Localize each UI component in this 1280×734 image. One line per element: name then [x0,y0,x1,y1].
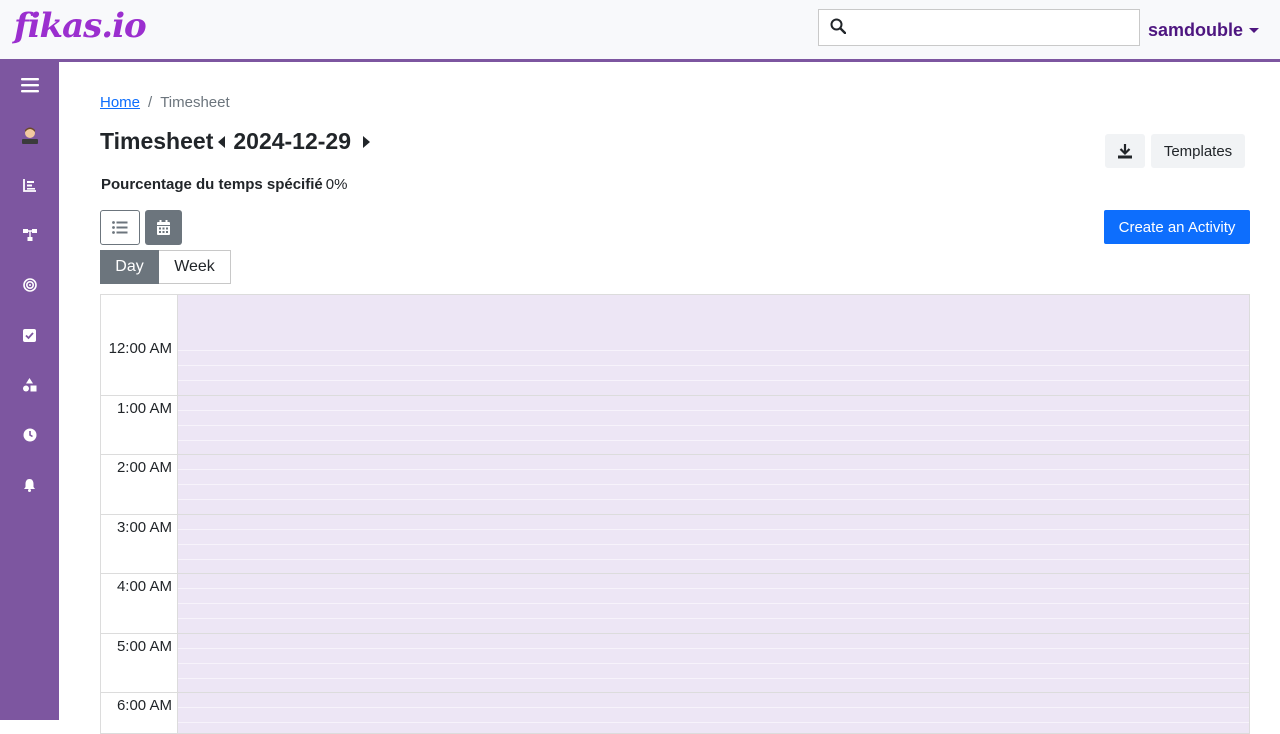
sidebar [0,62,59,720]
hour-label: 3:00 AM [101,514,178,573]
hour-label: 12:00 AM [101,336,178,395]
search-box[interactable] [818,9,1140,46]
next-date-icon[interactable] [363,135,371,148]
calendar-hour-row: 1:00 AM [101,395,1249,455]
calendar-hour-row: 5:00 AM [101,633,1249,693]
day-calendar: 12:00 AM 1:00 AM 2:00 AM 3:00 AM 4:00 AM 5:00… [100,294,1250,734]
sidebar-item-organization[interactable] [0,215,59,255]
time-slot[interactable] [178,574,1249,633]
top-navbar: fikas.io samdouble [0,0,1280,62]
hour-label: 4:00 AM [101,574,178,633]
list-icon [112,221,128,234]
sidebar-item-resources[interactable] [0,365,59,405]
calendar-hour-row: 4:00 AM [101,574,1249,634]
calendar-icon [157,220,170,235]
current-date: 2024-12-29 [233,128,352,154]
percentage-label: Pourcentage du temps spécifié [101,176,323,193]
caret-down-icon [1249,28,1260,33]
breadcrumb-home-link[interactable]: Home [100,94,140,111]
day-view-button[interactable]: Day [100,250,159,284]
time-percentage: Pourcentage du temps spécifié 0% [101,176,347,193]
sidebar-item-notifications[interactable] [0,465,59,505]
breadcrumb-separator: / [148,94,153,111]
bar-chart-icon [22,179,36,192]
app-logo[interactable]: fikas.io [14,6,147,46]
hamburger-menu-icon [20,78,39,93]
user-menu-dropdown[interactable]: samdouble [1148,20,1260,41]
calendar-hour-row: 2:00 AM [101,455,1249,515]
percentage-value: 0% [325,176,348,193]
user-name: samdouble [1148,20,1244,40]
calendar-body: 12:00 AM 1:00 AM 2:00 AM 3:00 AM 4:00 AM 5:00… [101,336,1249,733]
page-title: Timesheet [100,128,214,154]
sidebar-item-profile[interactable] [0,115,59,155]
calendar-hour-row: 3:00 AM [101,514,1249,574]
shapes-icon [23,378,37,392]
clock-icon [23,428,36,442]
calendar-hour-row: 12:00 AM [101,336,1249,396]
sidebar-item-tasks[interactable] [0,315,59,355]
main-content: Home / Timesheet Timesheet 2024-12-29 Te… [59,62,1280,734]
time-slot[interactable] [178,455,1249,514]
previous-date-icon[interactable] [218,135,226,148]
time-slot[interactable] [178,336,1249,395]
time-slot[interactable] [178,395,1249,454]
time-slot[interactable] [178,633,1249,692]
user-avatar-icon [21,127,38,144]
bell-icon [24,479,35,492]
breadcrumb-current: Timesheet [160,94,230,111]
sidebar-item-timesheet[interactable] [0,415,59,455]
hour-label: 2:00 AM [101,455,178,514]
calendar-hour-row: 6:00 AM [101,693,1249,733]
hour-label: 5:00 AM [101,633,178,692]
templates-button[interactable]: Templates [1151,134,1245,168]
download-button[interactable] [1105,134,1145,168]
check-square-icon [23,328,36,342]
time-slot[interactable] [178,514,1249,573]
hour-label: 6:00 AM [101,693,178,733]
list-view-button[interactable] [100,210,140,245]
calendar-header [101,295,1249,336]
search-icon [830,18,846,34]
search-input[interactable] [855,14,1135,42]
calendar-header-day[interactable] [178,295,1249,336]
week-view-button[interactable]: Week [159,250,231,284]
target-icon [22,278,37,292]
breadcrumb: Home / Timesheet [100,94,230,111]
time-slot[interactable] [178,693,1249,733]
sitemap-icon [22,229,37,241]
hour-label: 1:00 AM [101,395,178,454]
page-title-row: Timesheet 2024-12-29 [100,128,371,155]
sidebar-item-reports[interactable] [0,165,59,205]
sidebar-item-goals[interactable] [0,265,59,305]
view-mode-toggle: Day Week [100,250,231,284]
sidebar-item-menu[interactable] [0,65,59,105]
create-activity-button[interactable]: Create an Activity [1104,210,1250,244]
download-icon [1118,144,1132,159]
calendar-view-button[interactable] [145,210,182,245]
calendar-header-time-axis [101,295,178,336]
